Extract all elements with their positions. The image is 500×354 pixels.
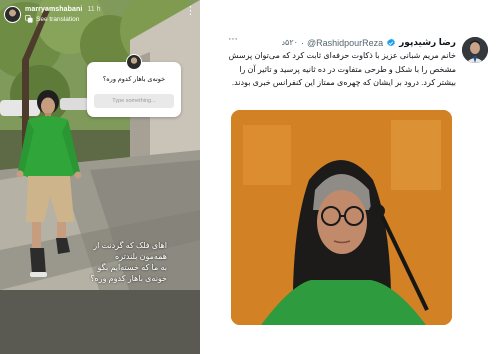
story-photo bbox=[0, 0, 200, 354]
verified-badge-icon bbox=[387, 38, 395, 46]
tweet-time[interactable]: ۵۲۰د bbox=[281, 38, 297, 47]
more-options-icon[interactable]: ⋮ bbox=[185, 6, 196, 17]
story-caption: اهای فلک که گردنت از همه‌مون بلندتره به … bbox=[62, 240, 167, 284]
tweet-avatar-image bbox=[462, 37, 488, 63]
see-translation-link[interactable]: See translation bbox=[25, 15, 101, 23]
avatar[interactable] bbox=[462, 37, 488, 63]
tweet-card[interactable]: رضا رشیدپور @RashidpourReza · ۵۲۰د ··· خ… bbox=[222, 33, 490, 333]
tweet-header: رضا رشیدپور @RashidpourReza · ۵۲۰د bbox=[281, 37, 456, 48]
translate-label: See translation bbox=[36, 15, 80, 23]
tweet-photo-image bbox=[231, 110, 452, 325]
caption-line: همه‌مون بلندتره bbox=[115, 252, 167, 261]
instagram-story[interactable]: marryamshabani 11 h See translation ⋮ خو… bbox=[0, 0, 200, 354]
more-options-icon[interactable]: ··· bbox=[228, 33, 238, 45]
tweet-author-handle[interactable]: @RashidpourReza bbox=[307, 38, 383, 48]
tweet-photo[interactable] bbox=[231, 110, 452, 325]
question-text: خونه‌ی باهار کدوم وره؟ bbox=[102, 76, 166, 83]
caption-line: به ما که خسته‌ایم بگو bbox=[97, 263, 167, 272]
tweet-author-name[interactable]: رضا رشیدپور bbox=[399, 37, 456, 48]
question-avatar bbox=[126, 54, 142, 70]
story-username[interactable]: marryamshabani bbox=[25, 6, 82, 13]
story-header: marryamshabani 11 h See translation bbox=[4, 6, 101, 23]
translate-icon bbox=[25, 15, 33, 23]
question-answer-input[interactable]: Type something... bbox=[94, 94, 174, 108]
separator-dot: · bbox=[300, 37, 304, 48]
avatar[interactable] bbox=[4, 6, 21, 23]
caption-line: خونه‌ی باهار کدوم وره؟ bbox=[90, 274, 167, 283]
question-sticker[interactable]: خونه‌ی باهار کدوم وره؟ Type something... bbox=[87, 54, 181, 117]
story-time: 11 h bbox=[87, 6, 101, 13]
tweet-body: خانم مریم شبانی عزیز با ذکاوت حرفه‌ای ثا… bbox=[228, 51, 456, 87]
caption-line: اهای فلک که گردنت از bbox=[93, 241, 167, 250]
